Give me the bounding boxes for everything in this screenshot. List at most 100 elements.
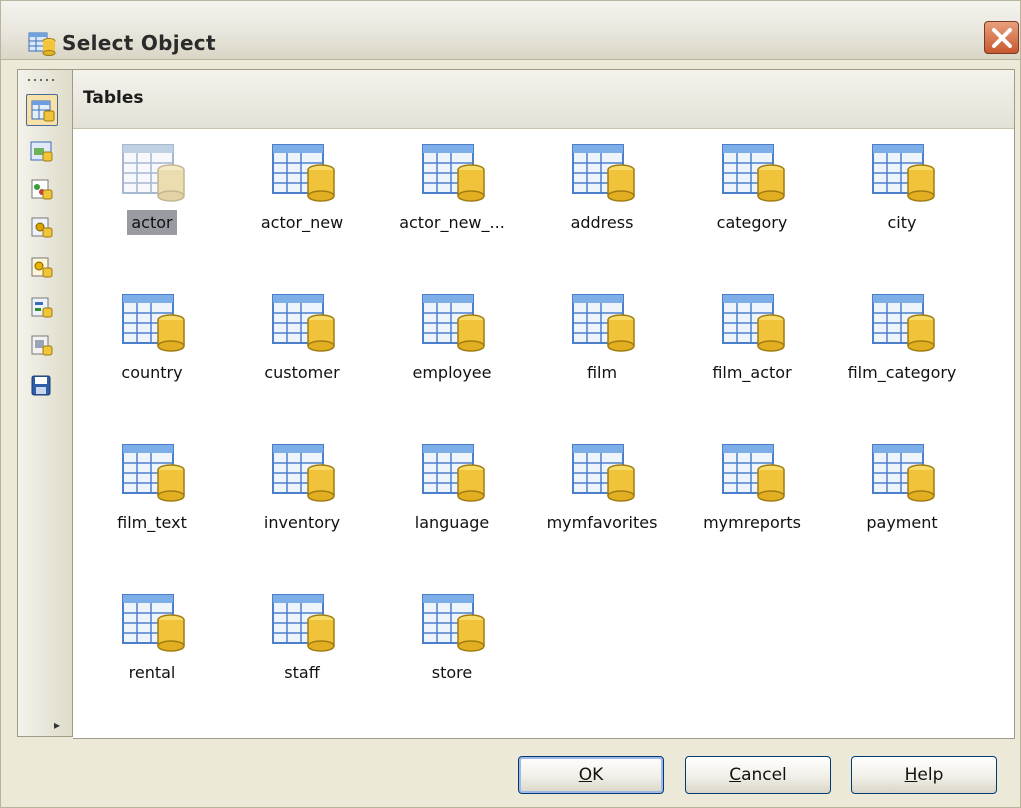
close-icon <box>992 28 1012 48</box>
help-label: elp <box>917 765 944 785</box>
ok-button[interactable]: OK <box>518 756 664 794</box>
table-item-label: staff <box>227 663 377 682</box>
table-item[interactable]: store <box>377 580 527 700</box>
table-name: actor <box>127 210 177 235</box>
table-name: city <box>887 213 917 232</box>
toolbar-functions-button[interactable] <box>26 212 58 244</box>
toolbar-procedures-button[interactable] <box>26 174 58 206</box>
table-name: address <box>570 213 634 232</box>
table-item[interactable]: rental <box>77 580 227 700</box>
table-name: mymreports <box>703 513 801 532</box>
table-item[interactable]: staff <box>227 580 377 700</box>
table-name: actor_new_... <box>399 213 505 232</box>
table-icon <box>571 287 637 353</box>
table-item[interactable]: mymfavorites <box>527 430 677 550</box>
table-item-label: inventory <box>227 513 377 532</box>
view-icon <box>30 141 53 162</box>
ok-label: K <box>592 765 604 785</box>
floppy-icon <box>31 375 51 396</box>
table-item[interactable]: actor_new_... <box>377 130 527 250</box>
table-icon <box>871 137 937 203</box>
chevron-right-icon: ▸ <box>54 718 61 732</box>
table-item[interactable]: film <box>527 280 677 400</box>
table-item[interactable]: film_text <box>77 430 227 550</box>
table-name: mymfavorites <box>546 513 658 532</box>
table-name: customer <box>264 363 340 382</box>
table-name: language <box>414 513 490 532</box>
table-item-label: customer <box>227 363 377 382</box>
table-item-label: actor_new <box>227 213 377 232</box>
toolbar-save-button[interactable] <box>26 370 58 402</box>
table-item[interactable]: film_category <box>827 280 977 400</box>
cancel-label: ancel <box>741 765 787 785</box>
table-icon <box>721 437 787 503</box>
table-icon <box>721 137 787 203</box>
toolbar-triggers-button[interactable] <box>26 252 58 284</box>
table-name: payment <box>866 513 938 532</box>
table-item-label: film_actor <box>677 363 827 382</box>
toolbar-more-button[interactable]: ▸ <box>54 718 60 732</box>
table-icon <box>271 437 337 503</box>
help-button[interactable]: Help <box>851 756 997 794</box>
title-bar[interactable]: Select Object <box>1 1 1020 60</box>
toolbar-events-button[interactable] <box>26 292 58 324</box>
table-name: country <box>121 363 183 382</box>
table-item[interactable]: actor <box>77 130 227 250</box>
table-item-label: rental <box>77 663 227 682</box>
function-icon <box>31 217 53 238</box>
table-name: film_actor <box>712 363 792 382</box>
table-item[interactable]: payment <box>827 430 977 550</box>
table-icon <box>121 287 187 353</box>
table-icon <box>421 587 487 653</box>
table-icon <box>421 137 487 203</box>
toolbar-grip[interactable] <box>26 78 56 82</box>
table-icon <box>121 137 187 203</box>
toolbar-udfs-button[interactable] <box>26 330 58 362</box>
table-item[interactable]: category <box>677 130 827 250</box>
ok-accelerator: O <box>578 765 593 785</box>
table-item[interactable]: actor_new <box>227 130 377 250</box>
table-name: category <box>716 213 788 232</box>
objects-grid: actor actor_new actor_new_... address catego… <box>73 130 1013 735</box>
udf-icon <box>31 335 53 356</box>
table-item[interactable]: inventory <box>227 430 377 550</box>
table-item-label: actor <box>77 210 227 235</box>
panel-title: Tables <box>83 88 144 108</box>
table-item-label: city <box>827 213 977 232</box>
table-item[interactable]: address <box>527 130 677 250</box>
table-icon <box>571 437 637 503</box>
table-name: film_category <box>847 363 957 382</box>
table-item-label: address <box>527 213 677 232</box>
trigger-icon <box>31 257 53 278</box>
objects-panel: Tables actor actor_new actor_new_... addres… <box>73 69 1015 739</box>
table-name: film_text <box>117 513 187 532</box>
table-item-label: country <box>77 363 227 382</box>
table-item-label: film <box>527 363 677 382</box>
table-name: inventory <box>263 513 341 532</box>
toolbar-tables-button[interactable] <box>26 94 58 126</box>
table-name: store <box>431 663 473 682</box>
cancel-button[interactable]: Cancel <box>685 756 831 794</box>
table-item[interactable]: employee <box>377 280 527 400</box>
table-item[interactable]: film_actor <box>677 280 827 400</box>
table-name: staff <box>284 663 320 682</box>
event-icon <box>31 297 53 318</box>
table-icon <box>871 437 937 503</box>
table-item-label: language <box>377 513 527 532</box>
table-icon <box>121 437 187 503</box>
table-item[interactable]: country <box>77 280 227 400</box>
table-icon <box>121 587 187 653</box>
table-item[interactable]: mymreports <box>677 430 827 550</box>
table-icon <box>31 100 55 122</box>
table-item-label: mymfavorites <box>527 513 677 532</box>
table-item[interactable]: city <box>827 130 977 250</box>
table-item-label: film_text <box>77 513 227 532</box>
table-item-label: film_category <box>827 363 977 382</box>
table-item-label: employee <box>377 363 527 382</box>
table-item[interactable]: customer <box>227 280 377 400</box>
select-object-dialog: Select Object ▸ Tables actor actor_new a… <box>0 0 1021 808</box>
table-item[interactable]: language <box>377 430 527 550</box>
close-button[interactable] <box>984 21 1019 54</box>
procedure-icon <box>31 179 53 200</box>
toolbar-views-button[interactable] <box>26 136 58 168</box>
